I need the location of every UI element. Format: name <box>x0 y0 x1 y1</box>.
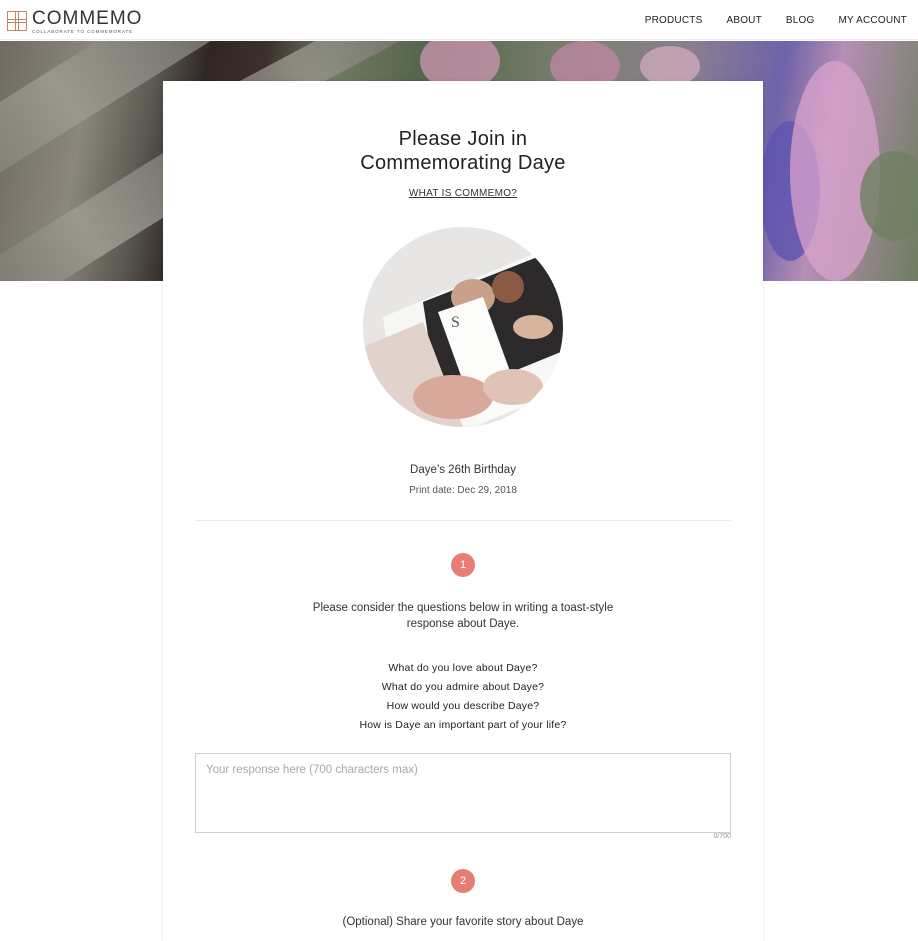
question-item: How would you describe Daye? <box>386 700 540 712</box>
title-line-2: Commemorating Daye <box>360 152 566 174</box>
nav-about[interactable]: ABOUT <box>726 15 761 26</box>
character-counter: 0/700 <box>713 833 731 840</box>
title-line-1: Please Join in <box>398 128 528 150</box>
question-item: What do you love about Daye? <box>388 662 538 674</box>
logo[interactable]: COMMEMO COLLABORATE TO COMMEMORATE <box>7 9 142 35</box>
question-list: What do you love about Daye? What do you… <box>163 659 763 735</box>
divider <box>195 520 731 521</box>
page-title: Please Join in Commemorating Daye <box>163 127 763 175</box>
nav-blog[interactable]: BLOG <box>786 15 815 26</box>
logo-mark-icon <box>7 11 27 31</box>
step-1-badge: 1 <box>451 553 475 577</box>
question-item: What do you admire about Daye? <box>381 681 545 693</box>
response-textarea[interactable] <box>195 753 731 833</box>
step-2-badge: 2 <box>451 869 475 893</box>
book-photo-illustration: S <box>363 227 563 427</box>
invitation-card: Please Join in Commemorating Daye WHAT I… <box>163 81 763 941</box>
logo-name: COMMEMO <box>32 8 143 29</box>
step-2-prompt: (Optional) Share your favorite story abo… <box>342 916 584 928</box>
print-date: Print date: Dec 29, 2018 <box>409 485 517 496</box>
nav-my-account[interactable]: MY ACCOUNT <box>839 15 908 26</box>
question-item: How is Daye an important part of your li… <box>359 719 567 731</box>
occasion-title: Daye’s 26th Birthday <box>410 464 516 476</box>
svg-text:S: S <box>451 314 460 331</box>
step-1-instructions: Please consider the questions below in w… <box>312 602 614 630</box>
main-nav: PRODUCTS ABOUT BLOG MY ACCOUNT <box>621 15 907 26</box>
book-photo: S <box>363 227 563 427</box>
site-header: COMMEMO COLLABORATE TO COMMEMORATE PRODU… <box>0 0 918 40</box>
what-is-commemo-link[interactable]: WHAT IS COMMEMO? <box>163 188 763 199</box>
nav-products[interactable]: PRODUCTS <box>645 15 703 26</box>
logo-tagline: COLLABORATE TO COMMEMORATE <box>32 29 134 34</box>
